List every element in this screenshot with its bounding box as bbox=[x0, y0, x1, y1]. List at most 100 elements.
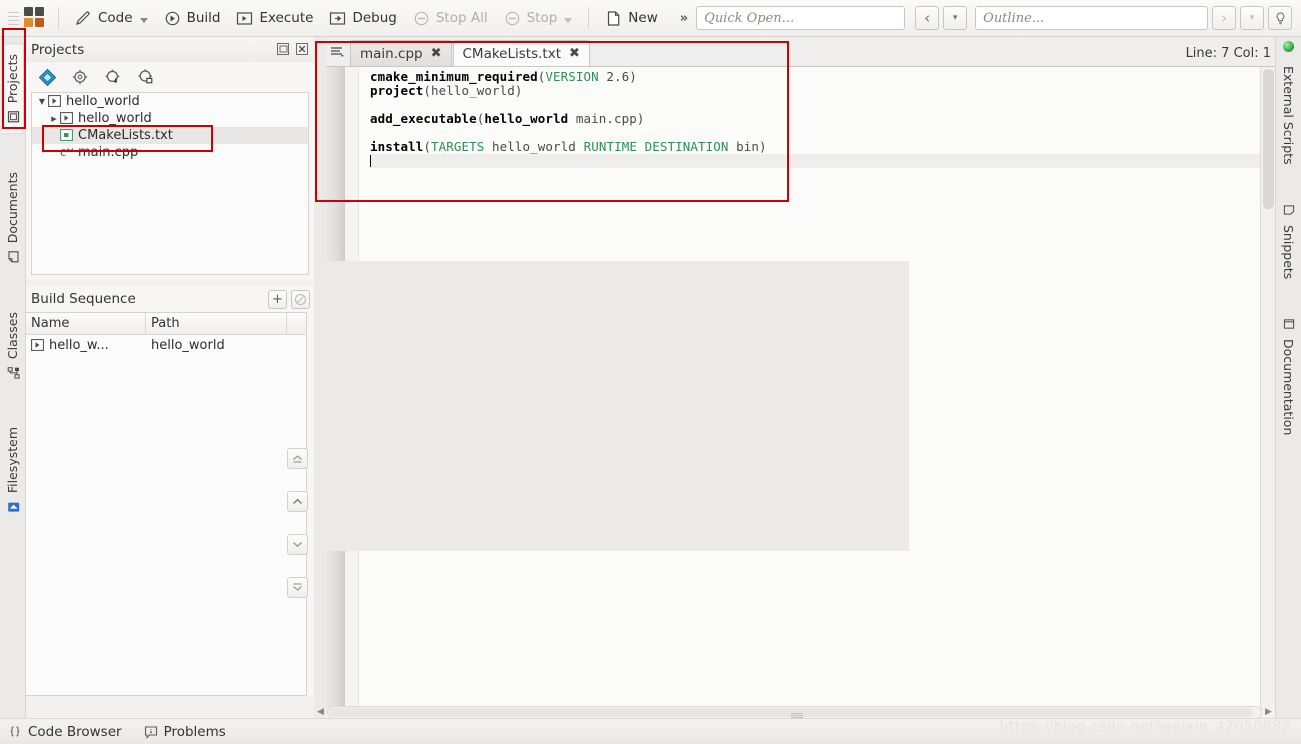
code-token: install bbox=[370, 139, 424, 154]
gear-add-icon[interactable] bbox=[137, 68, 156, 87]
navigate-back-button[interactable]: ‹ bbox=[915, 6, 940, 30]
column-header-name[interactable]: Name bbox=[26, 313, 146, 334]
sidebar-item-classes[interactable]: Classes bbox=[2, 302, 23, 389]
build-button-label: Build bbox=[186, 10, 221, 26]
close-icon[interactable]: ✖ bbox=[431, 47, 442, 60]
code-text[interactable]: cmake_minimum_required(VERSION 2.6) proje… bbox=[359, 67, 1260, 710]
tab-list-icon[interactable] bbox=[326, 40, 350, 66]
navigate-back-dropdown[interactable]: ▾ bbox=[943, 6, 968, 30]
code-button[interactable]: Code bbox=[67, 4, 156, 32]
build-sequence-table[interactable]: Name Path hello_w... hello_world bbox=[26, 312, 307, 696]
sidebar-item-label: Filesystem bbox=[5, 426, 20, 493]
debug-button[interactable]: Debug bbox=[321, 4, 404, 32]
toolbar-separator bbox=[58, 7, 59, 29]
sidebar-item-documentation[interactable]: Documentation bbox=[1278, 308, 1299, 446]
classes-icon bbox=[6, 366, 20, 379]
toolbar-drag-handle[interactable] bbox=[6, 6, 22, 30]
navigate-forward-button[interactable]: › bbox=[1212, 6, 1237, 30]
tab-main-cpp[interactable]: main.cpp ✖ bbox=[350, 40, 452, 66]
sidebar-item-projects[interactable]: Projects bbox=[1, 43, 24, 135]
build-sequence-header: Build Sequence + bbox=[26, 286, 314, 312]
cell-path: hello_world bbox=[151, 337, 225, 353]
execute-button[interactable]: Execute bbox=[228, 4, 321, 32]
tree-item-project[interactable]: ▼ hello_world bbox=[32, 93, 308, 110]
editor-vertical-scrollbar[interactable] bbox=[1260, 67, 1275, 710]
scrollbar-track[interactable] bbox=[327, 705, 1262, 719]
panel-splitter[interactable] bbox=[314, 37, 326, 725]
code-line: install(TARGETS hello_world RUNTIME DEST… bbox=[370, 140, 1260, 154]
project-diamond-icon[interactable] bbox=[38, 68, 57, 87]
stop-all-button[interactable]: Stop All bbox=[405, 4, 496, 32]
tree-item-label: main.cpp bbox=[78, 145, 139, 160]
execute-button-label: Execute bbox=[259, 10, 314, 26]
tree-item-cmakelists[interactable]: CMakeLists.txt bbox=[32, 127, 308, 144]
code-token: main.cpp) bbox=[568, 111, 645, 126]
projects-icon bbox=[6, 110, 20, 123]
sidebar-item-label: Projects bbox=[4, 54, 20, 104]
debug-icon bbox=[329, 10, 346, 27]
cpp-file-icon: C++ bbox=[60, 146, 74, 159]
move-up-button[interactable] bbox=[287, 491, 308, 512]
code-browser-button[interactable]: Code Browser bbox=[8, 724, 122, 740]
code-line: project(hello_world) bbox=[370, 84, 1260, 98]
remove-build-target-button[interactable] bbox=[291, 289, 310, 309]
stop-icon bbox=[504, 10, 521, 27]
bulb-icon[interactable] bbox=[1268, 6, 1293, 30]
gear-download-icon[interactable] bbox=[104, 68, 123, 87]
tree-item-label: CMakeLists.txt bbox=[78, 128, 173, 143]
tree-item-label: hello_world bbox=[66, 94, 140, 109]
documents-icon bbox=[6, 251, 20, 264]
application-window: Code Build Execute Debug Stop All Stop N… bbox=[0, 0, 1301, 744]
code-editor[interactable]: cmake_minimum_required(VERSION 2.6) proje… bbox=[326, 67, 1260, 710]
line-col-indicator: Line: 7 Col: 1 bbox=[1185, 46, 1271, 61]
scroll-left-icon[interactable]: ◀ bbox=[314, 706, 327, 719]
code-token: hello_world bbox=[484, 139, 584, 154]
close-icon[interactable] bbox=[295, 42, 310, 57]
braces-icon bbox=[8, 725, 22, 739]
outline-input[interactable]: Outline... bbox=[975, 6, 1209, 30]
table-row[interactable]: hello_w... hello_world bbox=[26, 335, 306, 355]
column-header-path[interactable]: Path bbox=[146, 313, 287, 334]
code-token: hello_world bbox=[484, 111, 569, 126]
chevron-down-icon[interactable] bbox=[139, 17, 148, 23]
scrollbar-thumb[interactable] bbox=[329, 707, 1253, 718]
tree-item-main-cpp[interactable]: C++ main.cpp bbox=[32, 144, 308, 161]
close-icon[interactable]: ✖ bbox=[569, 47, 580, 60]
navigate-forward-dropdown[interactable]: ▾ bbox=[1240, 6, 1265, 30]
move-down-button[interactable] bbox=[287, 534, 308, 555]
sidebar-item-label: Documents bbox=[5, 172, 20, 244]
code-line: cmake_minimum_required(VERSION 2.6) bbox=[370, 70, 1260, 84]
stop-button[interactable]: Stop bbox=[496, 4, 581, 32]
undock-icon[interactable] bbox=[276, 42, 291, 57]
expander-icon[interactable]: ▶ bbox=[48, 115, 60, 123]
sidebar-item-documents[interactable]: Documents bbox=[2, 162, 23, 273]
expander-icon[interactable]: ▼ bbox=[36, 97, 48, 106]
scrollbar-thumb[interactable] bbox=[1263, 69, 1274, 209]
tree-item-target[interactable]: ▶ hello_world bbox=[32, 110, 308, 127]
tree-item-label: hello_world bbox=[78, 111, 152, 126]
code-token: VERSION bbox=[545, 69, 599, 84]
sidebar-item-snippets[interactable]: Snippets bbox=[1278, 194, 1299, 290]
toolbar-overflow-icon[interactable]: » bbox=[680, 11, 688, 26]
gear-icon[interactable] bbox=[71, 68, 90, 87]
tab-cmakelists-txt[interactable]: CMakeLists.txt ✖ bbox=[452, 40, 590, 66]
code-button-label: Code bbox=[98, 10, 133, 26]
sidebar-item-external-scripts[interactable]: External Scripts bbox=[1278, 55, 1299, 176]
project-tree[interactable]: ▼ hello_world ▶ hello_world CMakeLists.t… bbox=[31, 92, 309, 275]
sidebar-item-label: Documentation bbox=[1281, 338, 1296, 436]
stop-button-label: Stop bbox=[526, 10, 558, 26]
new-file-icon bbox=[605, 10, 622, 27]
problems-button[interactable]: Problems bbox=[144, 724, 226, 740]
add-build-target-button[interactable]: + bbox=[268, 289, 287, 309]
move-to-top-button[interactable] bbox=[287, 448, 308, 469]
quick-open-input[interactable]: Quick Open... bbox=[696, 6, 906, 30]
green-dot-icon bbox=[1283, 41, 1294, 52]
scroll-right-icon[interactable]: ▶ bbox=[1262, 706, 1275, 719]
chevron-down-icon[interactable] bbox=[564, 17, 573, 23]
sidebar-item-filesystem[interactable]: Filesystem bbox=[2, 417, 23, 523]
build-button[interactable]: Build bbox=[156, 4, 229, 32]
execute-icon bbox=[236, 10, 253, 27]
new-button[interactable]: New bbox=[597, 4, 665, 32]
move-to-bottom-button[interactable] bbox=[287, 577, 308, 598]
